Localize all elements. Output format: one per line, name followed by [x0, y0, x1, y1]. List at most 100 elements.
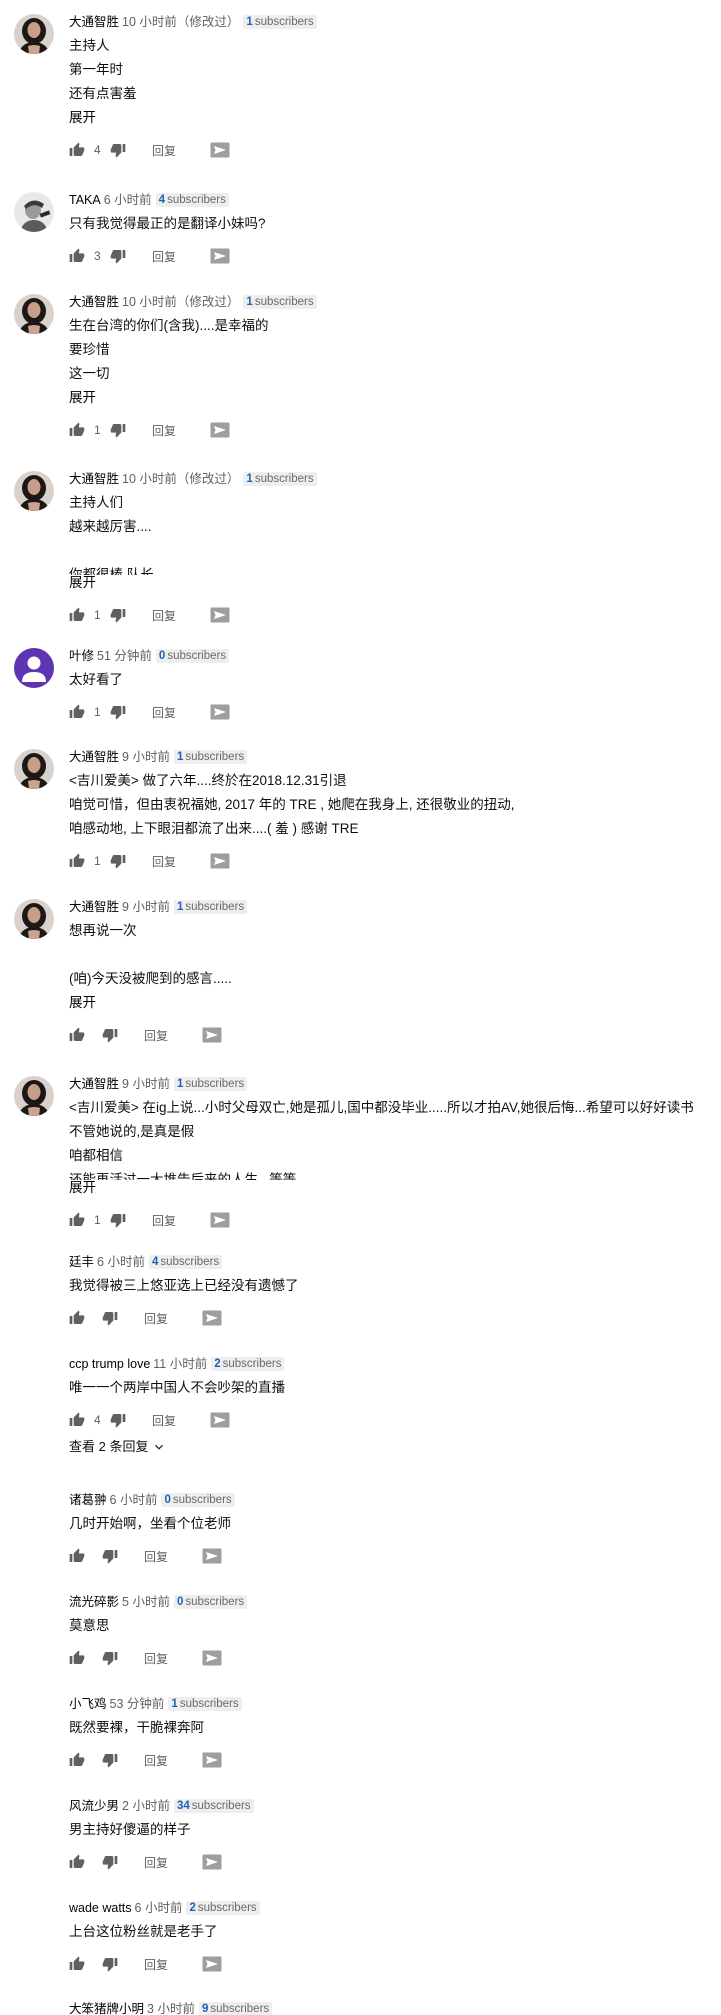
reply-button[interactable]: 回复 [152, 248, 176, 265]
reply-button[interactable]: 回复 [152, 704, 176, 721]
dislike-button[interactable] [102, 1854, 118, 1870]
author-name[interactable]: ccp trump love [69, 1357, 150, 1371]
reply-button[interactable]: 回复 [144, 1027, 168, 1044]
comment-time[interactable]: 9 小时前 [122, 750, 170, 764]
dislike-button[interactable] [102, 1752, 118, 1768]
comment-time[interactable]: 9 小时前 [122, 1077, 170, 1091]
comment-time[interactable]: 6 小时前 [135, 1901, 183, 1915]
author-name[interactable]: 小飞鸡 [69, 1697, 107, 1711]
share-icon[interactable] [210, 1412, 230, 1428]
share-icon[interactable] [210, 1212, 230, 1228]
author-name[interactable]: 大通智胜 [69, 15, 119, 29]
reply-button[interactable]: 回复 [152, 607, 176, 624]
dislike-button[interactable] [110, 1412, 126, 1428]
comment-time[interactable]: 10 小时前（修改过） [122, 15, 239, 29]
share-icon[interactable] [202, 1548, 222, 1564]
reply-button[interactable]: 回复 [152, 422, 176, 439]
dislike-button[interactable] [110, 853, 126, 869]
comment-time[interactable]: 53 分钟前 [110, 1697, 165, 1711]
share-icon[interactable] [202, 1752, 222, 1768]
expand-button[interactable]: 展开 [69, 110, 711, 134]
reply-button[interactable]: 回复 [152, 853, 176, 870]
like-button[interactable] [69, 1548, 85, 1564]
comment-time[interactable]: 11 小时前 [153, 1357, 207, 1371]
like-button[interactable] [69, 422, 85, 438]
like-button[interactable] [69, 1956, 85, 1972]
reply-button[interactable]: 回复 [152, 1212, 176, 1229]
share-icon[interactable] [210, 142, 230, 158]
comment-time[interactable]: 5 小时前 [122, 1595, 170, 1609]
expand-button[interactable]: 展开 [69, 575, 711, 599]
author-name[interactable]: 流光碎影 [69, 1595, 119, 1609]
dislike-button[interactable] [102, 1310, 118, 1326]
like-button[interactable] [69, 607, 85, 623]
expand-button[interactable]: 展开 [69, 995, 711, 1019]
avatar[interactable] [14, 899, 54, 939]
reply-button[interactable]: 回复 [144, 1854, 168, 1871]
avatar[interactable] [14, 648, 54, 688]
reply-button[interactable]: 回复 [144, 1650, 168, 1667]
author-name[interactable]: 大通智胜 [69, 472, 119, 486]
like-button[interactable] [69, 1650, 85, 1666]
comment-time[interactable]: 3 小时前 [147, 2002, 195, 2015]
comment-time[interactable]: 2 小时前 [122, 1799, 170, 1813]
expand-button[interactable]: 展开 [69, 1180, 711, 1204]
share-icon[interactable] [210, 704, 230, 720]
reply-button[interactable]: 回复 [152, 1412, 176, 1429]
comment-time[interactable]: 9 小时前 [122, 900, 170, 914]
dislike-button[interactable] [110, 607, 126, 623]
author-name[interactable]: 大通智胜 [69, 1077, 119, 1091]
view-replies-button[interactable]: 查看 2 条回复 [69, 1438, 166, 1456]
author-name[interactable]: wade watts [69, 1901, 132, 1915]
author-name[interactable]: TAKA [69, 193, 101, 207]
avatar[interactable] [14, 471, 54, 511]
reply-button[interactable]: 回复 [144, 1752, 168, 1769]
expand-button[interactable]: 展开 [69, 390, 711, 414]
like-button[interactable] [69, 142, 85, 158]
dislike-button[interactable] [110, 142, 126, 158]
author-name[interactable]: 廷丰 [69, 1255, 94, 1269]
author-name[interactable]: 叶修 [69, 649, 94, 663]
avatar[interactable] [14, 294, 54, 334]
dislike-button[interactable] [102, 1548, 118, 1564]
author-name[interactable]: 大通智胜 [69, 295, 119, 309]
dislike-button[interactable] [110, 248, 126, 264]
like-button[interactable] [69, 1212, 85, 1228]
share-icon[interactable] [202, 1854, 222, 1870]
dislike-button[interactable] [102, 1027, 118, 1043]
reply-button[interactable]: 回复 [144, 1956, 168, 1973]
like-button[interactable] [69, 1027, 85, 1043]
avatar[interactable] [14, 749, 54, 789]
comment-time[interactable]: 51 分钟前 [97, 649, 152, 663]
reply-button[interactable]: 回复 [152, 142, 176, 159]
like-button[interactable] [69, 704, 85, 720]
avatar[interactable] [14, 1076, 54, 1116]
comment-time[interactable]: 6 小时前 [97, 1255, 145, 1269]
avatar[interactable] [14, 14, 54, 54]
comment-time[interactable]: 10 小时前（修改过） [122, 472, 239, 486]
share-icon[interactable] [210, 853, 230, 869]
dislike-button[interactable] [102, 1650, 118, 1666]
like-button[interactable] [69, 1752, 85, 1768]
like-button[interactable] [69, 1412, 85, 1428]
share-icon[interactable] [202, 1650, 222, 1666]
author-name[interactable]: 诸葛翀 [69, 1493, 107, 1507]
dislike-button[interactable] [110, 704, 126, 720]
like-button[interactable] [69, 1854, 85, 1870]
reply-button[interactable]: 回复 [144, 1310, 168, 1327]
dislike-button[interactable] [110, 422, 126, 438]
dislike-button[interactable] [110, 1212, 126, 1228]
share-icon[interactable] [210, 248, 230, 264]
like-button[interactable] [69, 1310, 85, 1326]
author-name[interactable]: 风流少男 [69, 1799, 119, 1813]
share-icon[interactable] [210, 607, 230, 623]
comment-time[interactable]: 10 小时前（修改过） [122, 295, 239, 309]
comment-time[interactable]: 6 小时前 [110, 1493, 158, 1507]
author-name[interactable]: 大通智胜 [69, 750, 119, 764]
dislike-button[interactable] [102, 1956, 118, 1972]
share-icon[interactable] [202, 1310, 222, 1326]
share-icon[interactable] [210, 422, 230, 438]
share-icon[interactable] [202, 1956, 222, 1972]
share-icon[interactable] [202, 1027, 222, 1043]
author-name[interactable]: 大笨猪牌小明 [69, 2002, 144, 2015]
